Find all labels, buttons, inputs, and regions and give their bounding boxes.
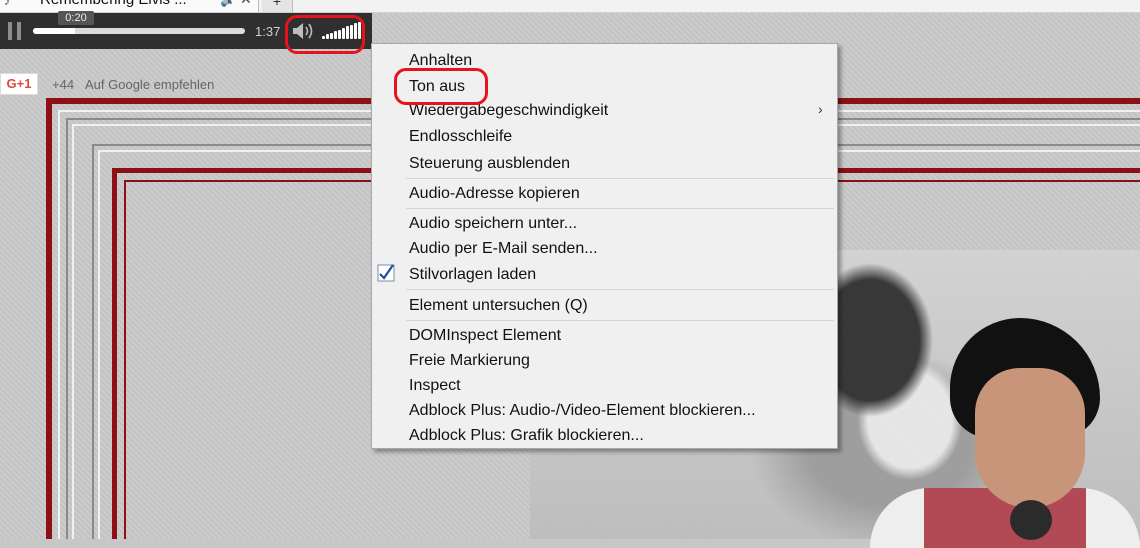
- menu-item-free-selection[interactable]: Freie Markierung: [409, 350, 530, 372]
- time-tooltip: 0:20: [58, 11, 94, 25]
- checkmark-icon: [377, 264, 395, 282]
- menu-item-adblock-media[interactable]: Adblock Plus: Audio-/Video-Element block…: [409, 400, 756, 422]
- pause-icon[interactable]: [8, 22, 22, 40]
- menu-item-load-stylesheets[interactable]: Stilvorlagen laden: [409, 264, 536, 286]
- progress-fill: [33, 28, 76, 34]
- menu-separator: [406, 289, 834, 290]
- menu-item-save-audio[interactable]: Audio speichern unter...: [409, 213, 577, 235]
- menu-separator: [406, 208, 834, 209]
- browser-tab[interactable]: ♪ Remembering Elvis ... 🔈 ✕: [0, 0, 259, 12]
- annotation-highlight-mute: [394, 68, 488, 105]
- menu-item-adblock-image[interactable]: Adblock Plus: Grafik blockieren...: [409, 425, 644, 447]
- menu-item-loop[interactable]: Endlosschleife: [409, 126, 512, 148]
- recommend-link[interactable]: Auf Google empfehlen: [85, 77, 214, 92]
- menu-separator: [406, 178, 834, 179]
- singer-photo: [850, 318, 1140, 548]
- menu-item-copy-audio-address[interactable]: Audio-Adresse kopieren: [409, 183, 580, 205]
- music-favicon-icon: ♪: [4, 0, 10, 8]
- tab-audio-icon[interactable]: 🔈: [220, 0, 236, 8]
- plus-count: +44: [52, 77, 75, 92]
- tab-title: Remembering Elvis ...: [40, 0, 187, 8]
- annotation-highlight-volume: [285, 15, 365, 54]
- menu-item-inspect[interactable]: Inspect: [409, 375, 461, 397]
- menu-separator: [406, 320, 834, 321]
- browser-tab-strip: ♪ Remembering Elvis ... 🔈 ✕ +: [0, 0, 1140, 13]
- google-plus-bar: G+1 +44 Auf Google empfehlen: [0, 73, 230, 95]
- progress-bar[interactable]: [33, 28, 245, 34]
- tab-close-icon[interactable]: ✕: [240, 0, 252, 8]
- menu-item-inspect-element[interactable]: Element untersuchen (Q): [409, 295, 588, 317]
- duration-label: 1:37: [255, 24, 281, 39]
- menu-item-dominspect[interactable]: DOMInspect Element: [409, 325, 561, 347]
- menu-item-hide-controls[interactable]: Steuerung ausblenden: [409, 153, 570, 175]
- submenu-arrow-icon: ›: [818, 101, 823, 117]
- menu-item-email-audio[interactable]: Audio per E-Mail senden...: [409, 238, 598, 260]
- new-tab-button[interactable]: +: [262, 0, 293, 12]
- google-plus-button[interactable]: G+1: [0, 73, 38, 95]
